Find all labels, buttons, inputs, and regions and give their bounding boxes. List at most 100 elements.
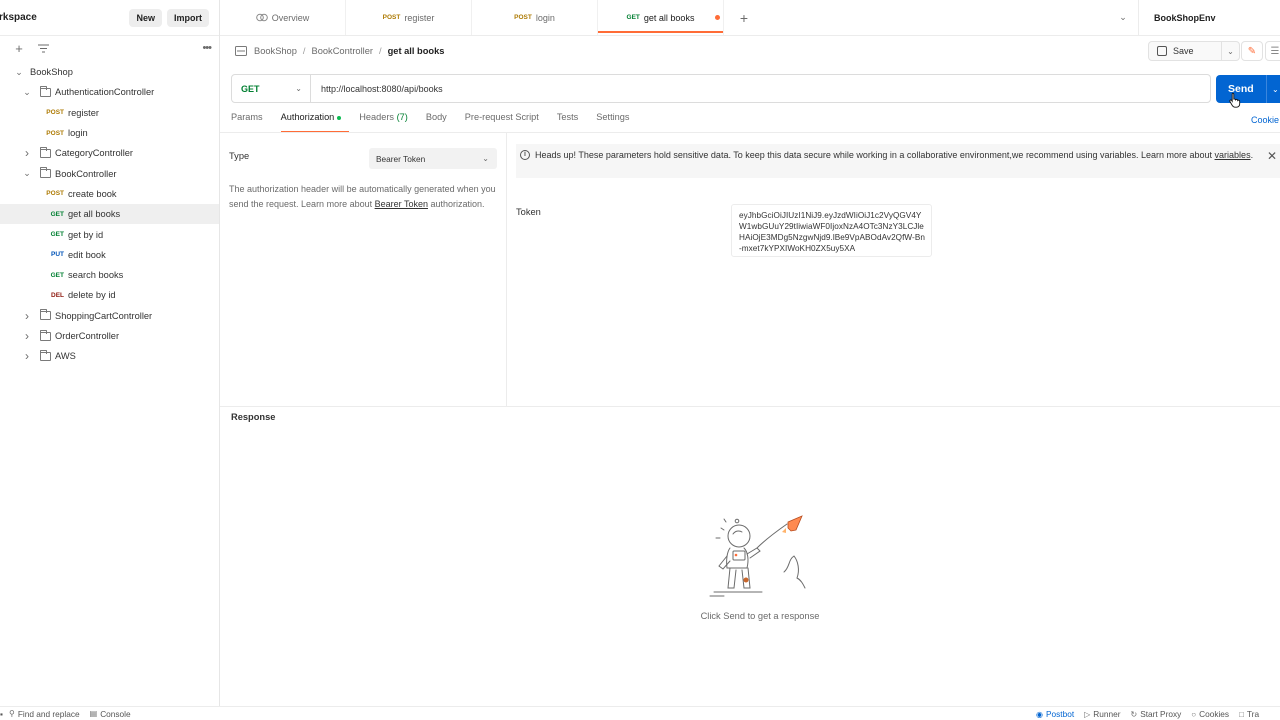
documentation-icon[interactable]: ☰ [1265,41,1280,61]
tab-label: get all books [643,12,695,23]
tab-headers[interactable]: Headers (7) [359,112,408,130]
method-value: GET [241,83,260,94]
folder-item[interactable]: ⌄ BookController [0,163,219,183]
cookies-link[interactable]: Cookie [1251,115,1279,125]
tree-item-label: search books [68,270,124,281]
breadcrumb-collection[interactable]: BookShop [254,46,297,56]
tab-authorization[interactable]: Authorization [280,112,349,132]
url-input[interactable]: http://localhost:8080/api/books [321,84,443,94]
request-item[interactable]: POST register [0,103,219,123]
variables-link[interactable]: variables [1215,150,1251,160]
folder-item[interactable]: › AWS [0,346,219,366]
chevron-down-icon[interactable]: ⌄ [22,87,32,98]
collection-item[interactable]: ⌄ BookShop [0,62,219,82]
url-bar: GET ⌄ http://localhost:8080/api/books [231,74,1211,103]
request-item[interactable]: GET get by id [0,224,219,244]
trash-button[interactable]: □ Tra [1239,709,1259,719]
new-tab-button[interactable]: + [724,0,764,35]
status-bar-right: ◉ Postbot ▷ Runner ↻ Start Proxy ○ Cookies □… [1036,708,1269,720]
import-button[interactable]: Import [167,8,209,27]
workspace-title[interactable]: rkspace [0,12,124,23]
tab-settings[interactable]: Settings [596,112,629,130]
tree-item-label: login [68,128,88,139]
request-method-badge: POST [46,109,64,117]
start-proxy-button[interactable]: ↻ Start Proxy [1131,709,1182,719]
cookie-icon: ○ [1191,709,1197,719]
tab-tests[interactable]: Tests [557,112,578,130]
token-input[interactable]: eyJhbGciOiJIUzI1NiJ9.eyJzdWIiOiJ1c2VyQGV… [731,204,932,257]
sidebar: rkspace New Import + ••• ⌄ BookShop ⌄ Authe… [0,0,220,706]
folder-item[interactable]: › CategoryController [0,143,219,163]
edit-pencil-icon[interactable]: ✎ [1241,41,1263,61]
divider [220,132,1280,133]
breadcrumb-folder[interactable]: BookController [312,46,374,56]
chevron-down-icon[interactable]: ⌄ [22,168,32,179]
chevron-right-icon[interactable]: › [22,146,32,160]
chevron-right-icon[interactable]: › [22,329,32,343]
auth-type-label: Type [229,151,250,161]
request-item[interactable]: DEL delete by id [0,285,219,305]
request-item[interactable]: POST login [0,123,219,143]
tab-overview[interactable]: Overview [220,0,346,35]
postbot-button[interactable]: ◉ Postbot [1036,709,1074,719]
add-icon[interactable]: + [12,41,26,56]
filter-icon[interactable] [36,41,50,55]
tree-item-label: ShoppingCartController [55,310,153,321]
environment-selector[interactable]: BookShopEnv [1138,0,1280,35]
folder-item[interactable]: › ShoppingCartController [0,306,219,326]
request-method-badge: POST [46,129,64,137]
active-dot-icon [337,115,342,120]
tab-get-all-books[interactable]: GET get all books [598,0,724,35]
chevron-down-icon[interactable]: ⌄ [14,67,24,78]
more-options-icon[interactable]: ••• [202,42,212,54]
request-item[interactable]: GET search books [0,265,219,285]
folder-icon [40,146,51,158]
new-button[interactable]: New [129,8,162,27]
tab-label: register [404,12,435,23]
request-item[interactable]: POST create book [0,184,219,204]
send-dropdown-chevron-icon[interactable]: ⌄ [1272,85,1279,94]
tree-item-label: AWS [55,351,76,362]
search-collections-input[interactable] [58,40,194,56]
request-item[interactable]: PUT edit book [0,245,219,265]
tab-login[interactable]: POST login [472,0,598,35]
auth-type-select[interactable]: Bearer Token ⌄ [369,148,497,169]
breadcrumb-current[interactable]: get all books [388,46,445,56]
folder-item[interactable]: ⌄ AuthenticationController [0,82,219,102]
method-select[interactable]: GET ⌄ [232,75,311,102]
console-button[interactable]: ▤ Console [90,709,131,719]
folder-icon [40,329,51,341]
postbot-icon: ◉ [1036,709,1043,719]
tab-body[interactable]: Body [426,112,447,130]
find-replace-button[interactable]: ⚲ Find and replace [9,709,80,719]
tab-register[interactable]: POST register [346,0,472,35]
bearer-token-link[interactable]: Bearer Token [375,199,428,209]
folder-item[interactable]: › OrderController [0,326,219,346]
console-icon: ▤ [89,709,98,718]
chevron-right-icon[interactable]: › [22,349,32,363]
chevron-down-icon: ⌄ [482,154,489,163]
save-dropdown-chevron-icon[interactable]: ⌄ [1221,42,1239,60]
tabs-dropdown-chevron-icon[interactable]: ⌄ [1108,0,1138,35]
save-button[interactable]: Save ⌄ [1148,41,1240,61]
tab-method: POST [514,14,532,21]
request-method-badge: PUT [51,251,64,259]
tab-pre-request-script[interactable]: Pre-request Script [465,112,539,130]
http-request-icon [235,46,247,56]
tree-item-label: register [68,107,100,118]
close-icon[interactable]: ✕ [1267,149,1277,163]
tab-params[interactable]: Params [231,112,263,130]
chevron-down-icon: ⌄ [295,84,302,93]
alert-text-end: . [1250,150,1254,160]
unsaved-dot-icon [715,15,720,20]
hand-cursor-icon [1229,92,1241,108]
chevron-right-icon[interactable]: › [22,309,32,323]
response-title: Response [231,412,276,422]
sidebar-toggle-icon[interactable]: ▪ [0,709,3,719]
runner-button[interactable]: ▷ Runner [1084,709,1120,719]
request-item[interactable]: GET get all books [0,204,219,225]
astronaut-illustration-icon [709,515,806,597]
headers-count: (7) [396,112,408,122]
cookies-button[interactable]: ○ Cookies [1191,709,1229,719]
send-button[interactable]: Send ⌄ [1216,75,1280,103]
